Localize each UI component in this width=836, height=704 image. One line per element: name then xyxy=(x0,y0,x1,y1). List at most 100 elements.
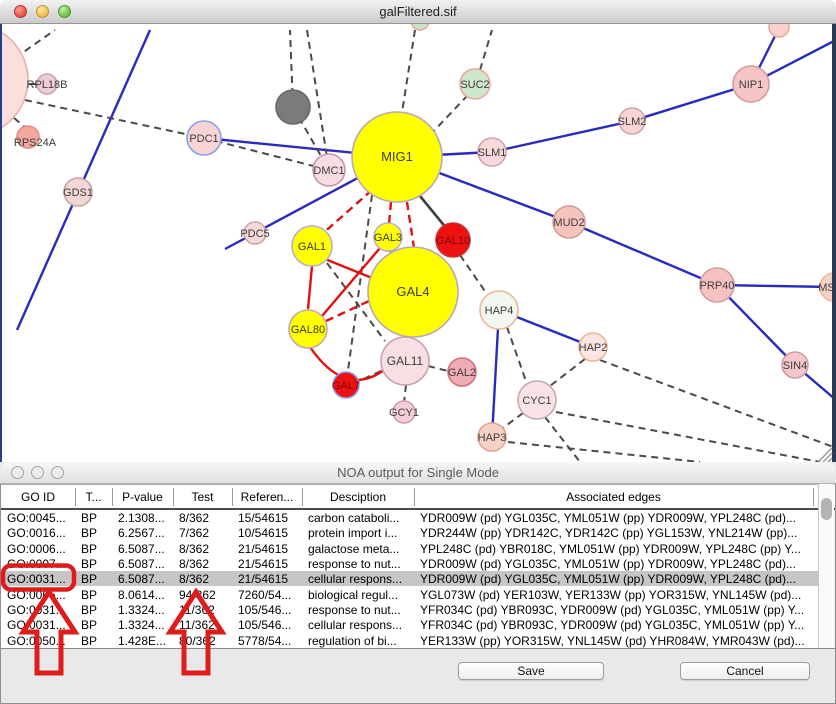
cell-test: 11/362 xyxy=(179,618,230,632)
cell-desciption: response to nut... xyxy=(308,603,412,617)
cell-associatededges: YER133W (pp) YOR315W, YNL145W (pd) YHR08… xyxy=(420,634,811,648)
node-label-GAL7: GAL7 xyxy=(332,380,360,392)
edge-dash xyxy=(480,30,492,70)
edge-dash xyxy=(404,385,406,402)
column-divider[interactable] xyxy=(112,488,113,506)
table-row[interactable]: GO:0031...BP1.3324...11/362105/546...cel… xyxy=(1,617,818,632)
network-canvas-svg: RPL18BRPS24AGDS1PDC1PDC5MIG1SUC2SLM1DMC1… xyxy=(0,24,836,462)
column-header-1[interactable]: GO ID xyxy=(1,490,75,506)
cell-associatededges: YFR034C (pd) YBR093C, YDR009W (pd) YGL03… xyxy=(420,603,811,617)
cell-goid: GO:0031... xyxy=(7,603,73,617)
edge-blue xyxy=(492,121,632,152)
cell-t: BP xyxy=(81,588,110,602)
network-window-titlebar: galFiltered.sif xyxy=(0,0,836,24)
cell-referen: 7260/54... xyxy=(238,588,300,602)
cell-pvalue: 2.1308... xyxy=(118,511,171,525)
edge-dash xyxy=(204,138,329,170)
node-label-GAL10: GAL10 xyxy=(436,235,470,247)
column-divider[interactable] xyxy=(302,488,303,506)
edge-dash xyxy=(400,30,415,125)
table-body: GO:0045...BP2.1308...8/36215/54615carbon… xyxy=(1,510,818,648)
edge-reddash xyxy=(407,202,414,248)
node-label-NIP1: NIP1 xyxy=(739,79,763,91)
column-header-5[interactable]: Referen... xyxy=(232,490,302,506)
cell-referen: 10/54615 xyxy=(238,526,300,540)
node-label-RPS24A: RPS24A xyxy=(14,137,57,149)
cell-associatededges: YDR244W (pp) YDR142C, YDR142C (pp) YGL15… xyxy=(420,526,811,540)
node-label-PDC1: PDC1 xyxy=(189,133,218,145)
edge-dash xyxy=(556,412,820,462)
cell-t: BP xyxy=(81,572,110,586)
cell-associatededges: YDR009W (pd) YGL035C, YML051W (pp) YDR00… xyxy=(420,557,811,571)
edge-red xyxy=(308,266,312,309)
network-window-title: galFiltered.sif xyxy=(0,4,836,19)
node-label-GAL4: GAL4 xyxy=(396,284,429,299)
table-row[interactable]: GO:0065...BP8.0614...94/3627260/54...bio… xyxy=(1,587,818,602)
table-row[interactable]: GO:0050...BP1.428E...80/3625778/54...reg… xyxy=(1,633,818,648)
cell-goid: GO:0045... xyxy=(7,511,73,525)
cell-t: BP xyxy=(81,526,110,540)
cell-referen: 105/546... xyxy=(238,618,300,632)
column-divider[interactable] xyxy=(232,488,233,506)
cell-pvalue: 1.428E... xyxy=(118,634,171,648)
node-green-top[interactable] xyxy=(411,24,429,30)
table-row[interactable]: GO:0016...BP6.2567...7/36210/54615protei… xyxy=(1,525,818,540)
node-pink-top[interactable] xyxy=(769,24,789,37)
cell-test: 8/362 xyxy=(179,542,230,556)
cell-desciption: response to nut... xyxy=(308,557,412,571)
column-header-3[interactable]: P-value xyxy=(112,490,173,506)
cell-test: 8/362 xyxy=(179,511,230,525)
column-header-4[interactable]: Test xyxy=(173,490,232,506)
edge-reddash xyxy=(320,190,372,236)
cell-associatededges: YDR009W (pd) YGL035C, YML051W (pp) YDR00… xyxy=(420,572,811,586)
column-header-7[interactable]: Associated edges xyxy=(414,490,813,506)
canvas-left-border xyxy=(0,24,2,462)
column-header-2[interactable]: T... xyxy=(75,490,112,506)
node-label-GAL3: GAL3 xyxy=(374,232,402,244)
node-label-SLM1: SLM1 xyxy=(478,147,507,159)
save-button[interactable]: Save xyxy=(458,662,604,680)
node-label-HAP2: HAP2 xyxy=(579,342,608,354)
table-row[interactable]: GO:0031...BP6.5087...8/36221/54615cellul… xyxy=(1,571,818,586)
table-row[interactable]: GO:0031...BP1.3324...11/362105/546...res… xyxy=(1,602,818,617)
cell-t: BP xyxy=(81,542,110,556)
cell-desciption: carbon cataboli... xyxy=(308,511,412,525)
column-divider[interactable] xyxy=(813,488,814,506)
node-gray-node[interactable] xyxy=(276,90,310,124)
edge-blue xyxy=(569,222,717,285)
table-row[interactable]: GO:0006...BP6.5087...8/36221/54615galact… xyxy=(1,541,818,556)
column-header-6[interactable]: Desciption xyxy=(302,490,414,506)
cell-goid: GO:0031... xyxy=(7,572,73,586)
table-row[interactable]: GO:0007...BP6.5087...8/36221/54615respon… xyxy=(1,556,818,571)
scrollbar-thumb[interactable] xyxy=(821,498,832,520)
cell-pvalue: 6.5087... xyxy=(118,557,171,571)
cell-goid: GO:0050... xyxy=(7,634,73,648)
edge-dash xyxy=(25,100,204,138)
cell-desciption: cellular respons... xyxy=(308,618,412,632)
table-row[interactable]: GO:0045...BP2.1308...8/36215/54615carbon… xyxy=(1,510,818,525)
edge-dash xyxy=(550,359,585,386)
cell-associatededges: YPL248C (pd) YBR018C, YML051W (pp) YDR00… xyxy=(420,542,811,556)
cell-t: BP xyxy=(81,511,110,525)
column-divider[interactable] xyxy=(173,488,174,506)
noa-window-titlebar: NOA output for Single Mode xyxy=(0,462,836,484)
node-label-HAP3: HAP3 xyxy=(478,432,507,444)
column-divider[interactable] xyxy=(75,488,76,506)
column-divider[interactable] xyxy=(414,488,415,506)
node-label-SIN4: SIN4 xyxy=(783,360,807,372)
vertical-scrollbar[interactable] xyxy=(818,484,834,648)
cancel-button[interactable]: Cancel xyxy=(680,662,810,680)
network-canvas[interactable]: RPL18BRPS24AGDS1PDC1PDC5MIG1SUC2SLM1DMC1… xyxy=(0,24,836,462)
resize-grip-icon[interactable] xyxy=(823,453,832,462)
canvas-right-border xyxy=(832,24,836,462)
edge-dark xyxy=(420,196,447,229)
cell-t: BP xyxy=(81,634,110,648)
cell-t: BP xyxy=(81,557,110,571)
cell-associatededges: YFR034C (pd) YBR093C, YDR009W (pd) YGL03… xyxy=(420,618,811,632)
cell-pvalue: 6.5087... xyxy=(118,572,171,586)
edge-dash xyxy=(428,366,448,371)
node-label-GDS1: GDS1 xyxy=(63,187,93,199)
cell-referen: 5778/54... xyxy=(238,634,300,648)
node-label-GAL1: GAL1 xyxy=(298,241,326,253)
edge-reddash xyxy=(389,202,391,224)
